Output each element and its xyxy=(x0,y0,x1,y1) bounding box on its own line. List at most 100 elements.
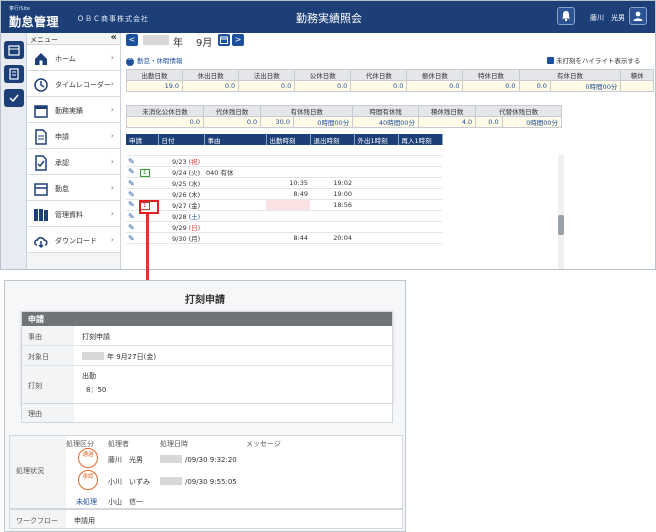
quick-request-button[interactable] xyxy=(4,65,24,83)
cloud-download-icon xyxy=(34,237,48,249)
clock-out-cell xyxy=(310,221,354,233)
edit-pencil-icon[interactable]: ✎ xyxy=(128,223,135,232)
edit-pencil-icon[interactable]: ✎ xyxy=(128,234,135,243)
empty-cell xyxy=(398,188,442,200)
date-cell: 9/27 (金) xyxy=(158,199,204,211)
user-menu-button[interactable] xyxy=(629,7,647,25)
date-text: 9/26 xyxy=(172,191,187,199)
empty-cell xyxy=(398,199,442,211)
edit-pencil-icon[interactable]: ✎ xyxy=(128,157,135,166)
approved-stamp-icon: 承認 xyxy=(78,470,98,490)
date-text: 9/30 xyxy=(172,235,187,243)
punch-time: 8：50 xyxy=(86,386,107,394)
sidebar-item-request[interactable]: 申請 › xyxy=(27,123,120,149)
weekday-text: (水) xyxy=(188,180,201,188)
document-icon xyxy=(35,129,47,145)
calendar-button[interactable] xyxy=(218,34,230,46)
collapse-menu-button[interactable]: « xyxy=(111,32,117,43)
request-count-badge[interactable]: 1 xyxy=(139,169,150,177)
summary1-header: 振休日数 xyxy=(406,69,464,81)
reason-key: 事由 xyxy=(28,333,42,341)
sidebar-item-label: 承認 xyxy=(55,159,69,167)
edit-pencil-icon[interactable]: ✎ xyxy=(128,190,135,199)
date-cell: 9/28 (土) xyxy=(158,210,204,222)
chevron-right-icon: › xyxy=(110,105,114,114)
table-scrollbar[interactable] xyxy=(558,155,564,269)
reason-value: 打刻申請 xyxy=(82,333,110,341)
chevron-right-icon: › xyxy=(110,209,114,218)
sidebar-item-label: 管理資料 xyxy=(55,211,83,219)
sidebar-item-reports[interactable]: 管理資料 › xyxy=(27,201,120,227)
calendar-icon xyxy=(8,45,20,56)
edit-pencil-icon[interactable]: ✎ xyxy=(128,167,135,176)
workflow-panel: ワークフロー 申請用 xyxy=(9,509,403,529)
punch-request-dialog: 打刻申請 申請 事由 打刻申請 対象日 年 9月27日(金) 打刻 出勤 8：5… xyxy=(4,280,406,532)
date-text: 9/23 xyxy=(172,158,187,166)
processor-name: 小山 信一 xyxy=(108,498,143,506)
sidebar-item-time-recorder[interactable]: タイムレコーダー › xyxy=(27,71,120,97)
weekday-text: (土) xyxy=(188,213,201,221)
summary1-value: 0.0 xyxy=(182,80,240,92)
clock-out-cell xyxy=(310,166,354,178)
workflow-value: 申請用 xyxy=(74,517,95,525)
stamp-label: 承認 xyxy=(82,474,94,480)
section-label: 勤怠・休暇情報 xyxy=(137,57,183,65)
table-row[interactable]: ✎ 9/25 (水) 10:35 19:02 xyxy=(126,177,442,189)
table-row[interactable]: ✎ 9/29 (日) xyxy=(126,221,442,233)
summary1-value: 19.0 xyxy=(125,80,184,92)
request-cell: ✎ xyxy=(126,221,158,233)
date-text: 9/29 xyxy=(172,224,187,232)
empty-cell xyxy=(354,232,398,244)
period-selector: < 年 9月 > xyxy=(126,33,326,49)
year-redacted xyxy=(160,477,182,485)
note-key: 理由 xyxy=(28,410,42,418)
weekday-text: (祝) xyxy=(188,158,201,166)
col-header: 退出時刻 xyxy=(310,134,355,145)
chevron-right-icon: › xyxy=(110,157,114,166)
summary2-value: 40時間00分 xyxy=(352,116,419,128)
table-row[interactable]: ✎ 9/23 (祝) xyxy=(126,156,442,167)
table-row[interactable]: ✎ 1 9/27 (金) 18:56 xyxy=(126,199,442,211)
scroll-thumb[interactable] xyxy=(558,215,564,235)
sidebar-item-label: 勤務実績 xyxy=(55,107,83,115)
next-month-button[interactable]: > xyxy=(232,34,244,46)
empty-cell xyxy=(354,166,398,178)
prev-month-button[interactable]: < xyxy=(126,34,138,46)
summary2-header: 未消化公休日数 xyxy=(125,105,205,117)
empty-cell xyxy=(354,156,398,167)
chevron-right-icon: › xyxy=(110,183,114,192)
summary2-value: 0時間00分 xyxy=(501,116,563,128)
sidebar-item-download[interactable]: ダウンロード › xyxy=(27,227,120,253)
reason-panel: 理由 xyxy=(21,403,393,423)
table-row[interactable]: ✎ 1 9/24 (火) 040 有休 xyxy=(126,166,442,178)
sidebar-item-work-record[interactable]: 勤務実績 › xyxy=(27,97,120,123)
edit-pencil-icon[interactable]: ✎ xyxy=(128,212,135,221)
clock-in-cell xyxy=(266,199,310,211)
approval-status-panel: 処理状況 処理区分 処理者 処理日時 メッセージ 通過 藤川 光男 /09/30… xyxy=(9,435,403,509)
summary2-header: 代替休残日数 xyxy=(475,105,562,117)
sidebar-item-home[interactable]: ホーム › xyxy=(27,45,120,71)
table-row[interactable]: ✎ 9/28 (土) xyxy=(126,210,442,222)
summary-table-1: 出勤日数 休出日数 法出日数 公休日数 代休日数 振休日数 特休日数 有休日数 … xyxy=(125,69,654,92)
table-row[interactable]: ✎ 9/26 (木) 8:49 19:00 xyxy=(126,188,442,200)
section-toggle[interactable]: ^ 勤怠・休暇情報 xyxy=(126,55,183,66)
highlight-checkbox[interactable]: 未打刻をハイライト表示する xyxy=(547,55,640,65)
summary1-header: 法出日数 xyxy=(238,69,296,81)
empty-cell xyxy=(354,199,398,211)
quick-attendance-button[interactable] xyxy=(4,41,24,59)
weekday-text: (月) xyxy=(188,235,201,243)
empty-cell xyxy=(398,177,442,189)
punch-row: 打刻 出勤 8：50 xyxy=(22,366,394,405)
daily-records-body: ✎ 9/23 (祝) ✎ 1 9/24 (火) 040 有休 ✎ 9/25 (水) 10:35 19:0… xyxy=(126,156,442,244)
sidebar-item-approval[interactable]: 承認 › xyxy=(27,149,120,175)
sidebar-item-attendance[interactable]: 勤怠 › xyxy=(27,175,120,201)
edit-pencil-icon[interactable]: ✎ xyxy=(128,179,135,188)
date-text: 9/25 xyxy=(172,180,187,188)
edit-pencil-icon[interactable]: ✎ xyxy=(128,200,135,209)
table-row[interactable]: ✎ 9/30 (月) 8:44 20:04 xyxy=(126,232,442,244)
notification-button[interactable] xyxy=(557,7,575,25)
quick-approval-button[interactable] xyxy=(4,89,24,107)
person-icon xyxy=(633,11,643,21)
check-icon xyxy=(9,94,19,103)
clock-in-cell xyxy=(266,166,310,178)
